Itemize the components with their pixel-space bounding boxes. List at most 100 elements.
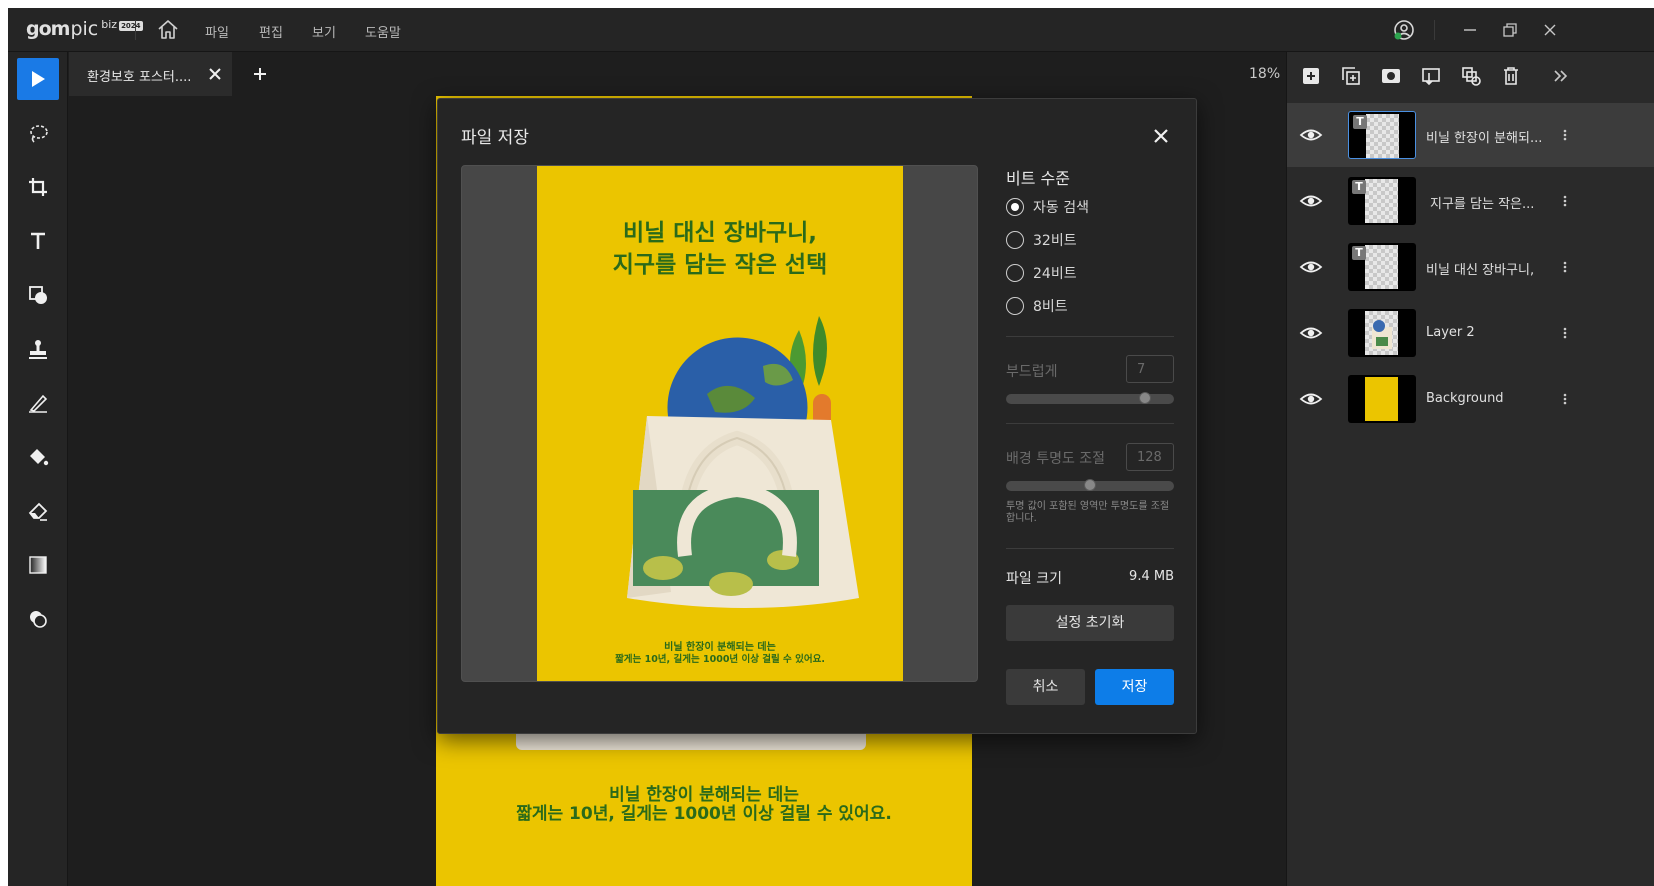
menu-divider (135, 20, 136, 40)
radio-label: 8비트 (1033, 299, 1068, 315)
divider (1006, 548, 1174, 549)
save-preview: 비닐 대신 장바구니, 지구를 담는 작은 선택 비닐 한장이 분해되는 데는 … (461, 165, 978, 682)
layer-mask-icon[interactable] (1379, 64, 1403, 88)
menu-file[interactable]: 파일 (205, 22, 229, 41)
radio-label: 24비트 (1033, 266, 1077, 282)
eye-icon[interactable] (1299, 189, 1323, 213)
layer-menu-icon[interactable] (1561, 389, 1569, 409)
document-tab[interactable]: 환경보호 포스터.... (69, 52, 232, 96)
layer-thumbnail: T (1348, 177, 1416, 225)
eye-icon[interactable] (1299, 387, 1323, 411)
smooth-value-input[interactable]: 7 (1126, 355, 1174, 383)
radio-icon (1006, 231, 1024, 249)
bg-opacity-slider[interactable] (1006, 479, 1174, 491)
layers-panel: T 비닐 한장이 분해되... T 지구를 담는 작은... T 비닐 대신 장… (1286, 52, 1654, 886)
layer-row[interactable]: T 비닐 대신 장바구니, (1287, 235, 1654, 299)
layer-name: 지구를 담는 작은... (1430, 197, 1535, 212)
file-size-label: 파일 크기 (1006, 571, 1062, 587)
eye-icon[interactable] (1299, 255, 1323, 279)
layer-effects-icon[interactable] (1459, 64, 1483, 88)
logo-gom: gom (26, 18, 70, 40)
tab-bar: 환경보호 포스터.... 18% (69, 52, 1364, 96)
stamp-tool-icon[interactable] (17, 328, 59, 370)
logo-pic: pic (70, 18, 99, 40)
layer-menu-icon[interactable] (1561, 191, 1569, 211)
menu-edit[interactable]: 편집 (259, 22, 283, 41)
save-file-dialog: 파일 저장 비닐 대신 장바구니, 지구를 담는 작은 선택 비닐 한장이 분해… (437, 98, 1197, 734)
restore-icon[interactable] (1498, 18, 1522, 42)
layer-thumbnail: T (1348, 243, 1416, 291)
add-tab-icon[interactable] (251, 65, 269, 83)
menu-help[interactable]: 도움말 (365, 22, 401, 41)
divider (1006, 423, 1174, 424)
layer-name: Background (1426, 391, 1504, 406)
layer-thumbnail (1348, 375, 1416, 423)
duplicate-layer-icon[interactable] (1339, 64, 1363, 88)
gradient-tool-icon[interactable] (17, 544, 59, 586)
eye-icon[interactable] (1299, 123, 1323, 147)
crop-tool-icon[interactable] (17, 166, 59, 208)
tool-bar (8, 52, 68, 886)
text-layer-icon: T (1352, 246, 1366, 260)
logo-year: 2024 (119, 21, 143, 31)
radio-label: 32비트 (1033, 233, 1077, 249)
preview-poster: 비닐 대신 장바구니, 지구를 담는 작은 선택 비닐 한장이 분해되는 데는 … (537, 166, 903, 681)
preview-caption-1: 비닐 한장이 분해되는 데는 (664, 642, 776, 653)
merge-down-icon[interactable] (1419, 64, 1443, 88)
save-button[interactable]: 저장 (1095, 669, 1174, 705)
bg-opacity-value-input[interactable]: 128 (1126, 443, 1174, 471)
home-icon[interactable] (156, 18, 180, 42)
add-layer-icon[interactable] (1299, 64, 1323, 88)
reset-settings-button[interactable]: 설정 초기화 (1006, 605, 1174, 641)
eye-icon[interactable] (1299, 321, 1323, 345)
layer-row[interactable]: Layer 2 (1287, 301, 1654, 365)
logo-biz: biz (101, 18, 118, 31)
text-tool-icon[interactable] (17, 220, 59, 262)
poster-caption-line2: 짧게는 10년, 길게는 1000년 이상 걸릴 수 있어요. (516, 804, 892, 824)
layer-thumbnail: T (1348, 111, 1416, 159)
bg-opacity-hint: 투명 값이 포함된 영역만 투명도를 조절합니다. (1006, 501, 1170, 524)
preview-headline-2: 지구를 담는 작은 선택 (612, 252, 828, 278)
window-divider (1434, 20, 1435, 40)
cancel-button[interactable]: 취소 (1006, 669, 1085, 705)
layer-name: 비닐 한장이 분해되... (1426, 131, 1543, 146)
app-window: gom pic biz 2024 파일 편집 보기 도움말 환경보호 포스터..… (8, 8, 1654, 886)
document-tab-title: 환경보호 포스터.... (87, 70, 192, 85)
layer-row[interactable]: Background (1287, 367, 1654, 431)
radio-bit-auto[interactable]: 자동 검색 (1006, 196, 1089, 218)
divider (1006, 336, 1174, 337)
select-tool-icon[interactable] (17, 58, 59, 100)
smooth-slider-handle[interactable] (1138, 392, 1151, 404)
zoom-level[interactable]: 18% (1249, 66, 1280, 82)
layer-menu-icon[interactable] (1561, 257, 1569, 277)
text-layer-icon: T (1353, 115, 1367, 129)
close-window-icon[interactable] (1538, 18, 1562, 42)
radio-label: 자동 검색 (1033, 200, 1089, 216)
shape-tool-icon[interactable] (17, 274, 59, 316)
account-icon[interactable] (1392, 18, 1416, 42)
layer-name: 비닐 대신 장바구니, (1426, 263, 1535, 278)
radio-icon (1006, 297, 1024, 315)
delete-layer-icon[interactable] (1499, 64, 1523, 88)
fill-tool-icon[interactable] (17, 436, 59, 478)
layer-row[interactable]: T 비닐 한장이 분해되... (1287, 103, 1654, 167)
layer-menu-icon[interactable] (1561, 125, 1569, 145)
lasso-tool-icon[interactable] (17, 112, 59, 154)
collapse-panel-icon[interactable] (1549, 64, 1573, 88)
radio-bit-32[interactable]: 32비트 (1006, 229, 1077, 251)
layer-name: Layer 2 (1426, 325, 1475, 340)
close-icon[interactable] (1150, 125, 1172, 147)
layer-row[interactable]: T 지구를 담는 작은... (1287, 169, 1654, 233)
brush-tool-icon[interactable] (17, 382, 59, 424)
radio-bit-8[interactable]: 8비트 (1006, 295, 1068, 317)
minimize-icon[interactable] (1458, 18, 1482, 42)
smooth-slider[interactable] (1006, 392, 1174, 404)
radio-bit-24[interactable]: 24비트 (1006, 262, 1077, 284)
layer-menu-icon[interactable] (1561, 323, 1569, 343)
close-tab-icon[interactable] (205, 64, 225, 84)
bg-opacity-slider-handle[interactable] (1084, 479, 1096, 491)
blend-tool-icon[interactable] (17, 598, 59, 640)
eraser-tool-icon[interactable] (17, 490, 59, 532)
bit-depth-heading: 비트 수준 (1006, 169, 1070, 188)
menu-view[interactable]: 보기 (312, 22, 336, 41)
